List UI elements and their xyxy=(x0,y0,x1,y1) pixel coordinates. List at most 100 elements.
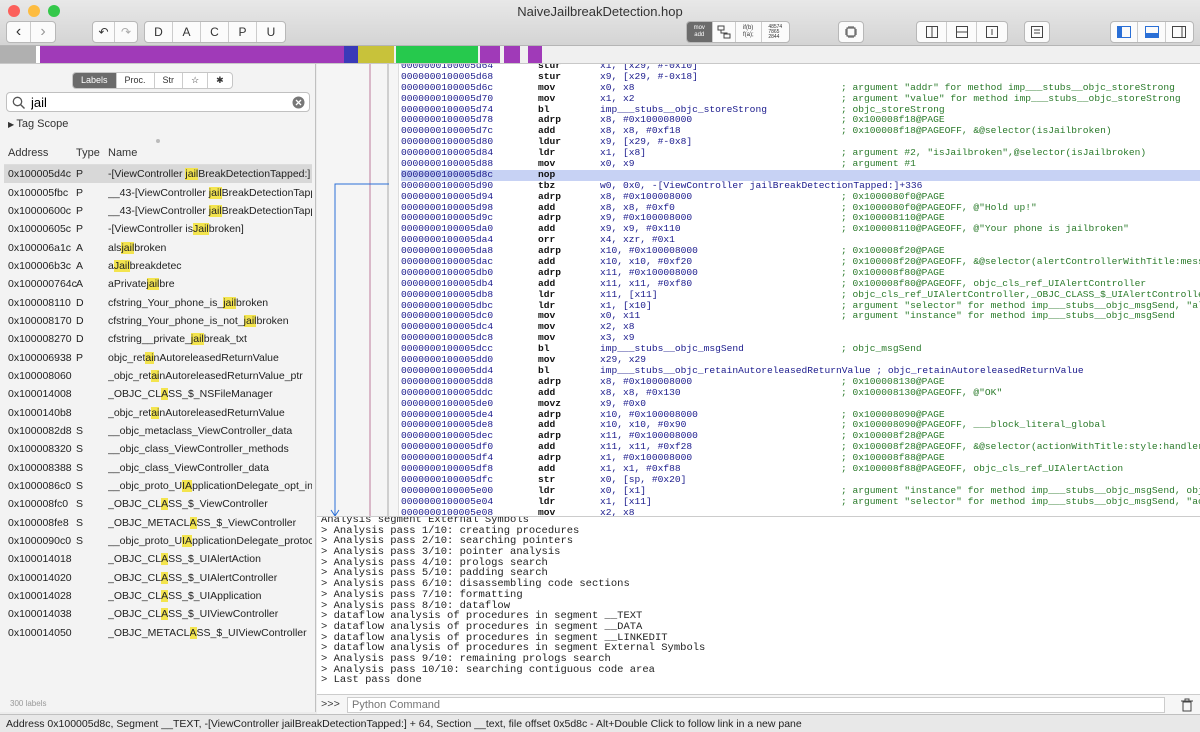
code-line[interactable]: 0000000100005e04 ldr x1, [x11] ; argument "… xyxy=(401,496,1200,508)
code-line[interactable]: 0000000100005dc0 mov x0, x11; argument "in… xyxy=(401,311,1200,322)
nav-data-region[interactable] xyxy=(358,46,394,63)
nav-external-region[interactable] xyxy=(396,46,478,63)
label-row[interactable]: 0x100006b3c AaJailbreakdetec xyxy=(4,257,312,275)
code-line[interactable]: 0000000100005d94 adrp x8, #0x100008000 ; 0x… xyxy=(401,191,1200,203)
code-comment: ; argument #1 xyxy=(841,158,916,170)
code-line[interactable]: 0000000100005dd8 adrp x8, #0x100008000; 0x… xyxy=(401,376,1200,388)
code-line[interactable]: 0000000100005dd4 bl imp___stubs__objc_reta… xyxy=(401,365,1200,377)
label-row[interactable]: 0x1000086c0 S __objc_proto_UIApplicationDe… xyxy=(4,477,312,495)
code-line[interactable]: 0000000100005da0 add x9, x9, #0x110; 0x100… xyxy=(401,223,1200,235)
nav-procedure-region-4[interactable] xyxy=(528,46,542,63)
mode-c-button[interactable]: C xyxy=(201,22,229,42)
label-row[interactable]: 0x100014038 _OBJC_CLASS_$_UIViewControlle… xyxy=(4,605,312,623)
tab-tags[interactable]: ✱ xyxy=(208,73,232,88)
label-row[interactable]: 0x100008fc0 S _OBJC_CLASS_$_ViewController xyxy=(4,495,312,513)
label-row[interactable]: 0x100008110 Dcfstring_Your_phone_is_jailb… xyxy=(4,293,312,311)
code-comment: ; argument "instance" for method imp___s… xyxy=(841,484,1200,496)
mode-u-button[interactable]: U xyxy=(257,22,285,42)
label-row[interactable]: 0x100014028 _OBJC_CLASS_$_UIApplication xyxy=(4,587,312,605)
nav-cursor-region[interactable] xyxy=(344,46,358,63)
disassembly-view[interactable]: 0000000100005d64 stur x1, [x29, #-0x10] 000… xyxy=(317,64,1200,516)
code-line[interactable]: 0000000100005d84 ldr x1, [x8]; argument #2… xyxy=(401,147,1200,159)
label-row[interactable]: 0x100005d4c P -[ViewController jailBreakDe… xyxy=(4,165,312,184)
column-address[interactable]: Address xyxy=(4,147,76,164)
forward-button[interactable]: › xyxy=(31,22,55,42)
tab-strings[interactable]: Str xyxy=(155,73,184,88)
label-row[interactable]: 0x100008060 _objc_retainAutoreleasedRetur… xyxy=(4,367,312,385)
label-row[interactable]: 0x100008388 S __objc_class_ViewController_… xyxy=(4,459,312,477)
toggle-bottom-panel-icon[interactable] xyxy=(1138,22,1166,42)
code-line[interactable]: 0000000100005dac add x10, x10, #0xf20; 0x1… xyxy=(401,256,1200,268)
tab-labels[interactable]: Labels xyxy=(73,73,117,88)
search-input[interactable] xyxy=(31,95,271,110)
code-line[interactable]: 0000000100005e08 mov x2, x8 xyxy=(401,507,1200,516)
document-info-icon[interactable] xyxy=(1024,21,1050,43)
code-line[interactable]: 0000000100005d90 tbz w0, 0x0, -[ViewContro… xyxy=(401,180,1200,192)
code-line[interactable]: 0000000100005dc8 mov x3, x9 xyxy=(401,332,1200,344)
code-line[interactable]: 0000000100005e00 ldr x0, [x1] ; argument "i… xyxy=(401,484,1200,497)
segment-navigation-bar[interactable] xyxy=(0,46,1200,64)
python-command-input[interactable] xyxy=(347,697,1165,713)
toggle-left-panel-icon[interactable] xyxy=(1111,22,1139,42)
cpu-chip-icon[interactable] xyxy=(838,21,864,43)
pseudocode-mode-button[interactable]: if(b) f(a); xyxy=(736,22,762,42)
label-row[interactable]: 0x100014020 _OBJC_CLASS_$_UIAlertControll… xyxy=(4,569,312,587)
code-line[interactable]: 0000000100005d74 bl imp___stubs__objc_stor… xyxy=(401,104,1200,116)
redo-button[interactable]: ↷ xyxy=(115,22,137,42)
label-row[interactable]: 0x1000140b8 _objc_retainAutoreleasedRetur… xyxy=(4,403,312,421)
code-line[interactable]: 0000000100005d64 stur x1, [x29, #-0x10] xyxy=(401,64,1200,72)
code-line[interactable]: 0000000100005df0 add x11, x11, #0xf28; 0x1… xyxy=(401,441,1200,453)
code-line[interactable]: 0000000100005d7c add x8, x8, #0xf18; 0x100… xyxy=(401,125,1200,137)
label-row[interactable]: 0x100008270 Dcfstring__private_jailbreak_… xyxy=(4,330,312,348)
label-row[interactable]: 0x100005fbc P __43-[ViewController jailBre… xyxy=(4,183,312,201)
code-line[interactable]: 0000000100005dc4 mov x2, x8 xyxy=(401,321,1200,333)
label-row[interactable]: 0x100014008 _OBJC_CLASS_$_NSFileManager xyxy=(4,385,312,403)
clear-search-icon[interactable] xyxy=(292,96,305,109)
split-horizontal-icon[interactable] xyxy=(947,22,977,42)
label-row[interactable]: 0x100008320 S __objc_class_ViewController_… xyxy=(4,440,312,458)
mode-p-button[interactable]: P xyxy=(229,22,257,42)
mode-a-button[interactable]: A xyxy=(173,22,201,42)
resize-handle[interactable] xyxy=(156,139,160,143)
tab-bookmarks[interactable]: ☆ xyxy=(183,73,209,88)
label-row[interactable]: 0x100008fe8 S _OBJC_METACLASS_$_ViewContro… xyxy=(4,514,312,532)
asm-mode-button[interactable]: mov add xyxy=(687,22,713,42)
mode-d-button[interactable]: D xyxy=(145,22,173,42)
code-line[interactable]: 0000000100005df8 add x1, x1, #0xf88; 0x100… xyxy=(401,463,1200,475)
label-row[interactable]: 0x100008170 Dcfstring_Your_phone_is_not_j… xyxy=(4,312,312,330)
hex-mode-button[interactable]: 48574 7865 2844 xyxy=(762,22,789,42)
nav-procedure-region-3[interactable] xyxy=(504,46,520,63)
label-row[interactable]: 0x100006a1c Aalsjailbroken xyxy=(4,238,312,256)
undo-button[interactable]: ↶ xyxy=(93,22,115,42)
code-line[interactable]: 0000000100005dcc bl imp___stubs__objc_msgS… xyxy=(401,343,1200,355)
label-row[interactable]: 0x10000605c P -[ViewController isJailbroke… xyxy=(4,220,312,238)
label-row[interactable]: 0x1000082d8 S __objc_metaclass_ViewControl… xyxy=(4,422,312,440)
cfg-mode-icon[interactable] xyxy=(713,22,737,42)
code-line[interactable]: 0000000100005de0 movz x9, #0x0 xyxy=(401,398,1200,410)
nav-code-region[interactable] xyxy=(0,46,36,63)
label-row[interactable]: 0x100000764c AaPrivatejailbre xyxy=(4,275,312,293)
tag-scope-toggle[interactable]: ▶ Tag Scope xyxy=(8,118,68,130)
column-type[interactable]: Type xyxy=(76,147,108,164)
code-line[interactable]: 0000000100005d88 mov x0, x9; argument #1 xyxy=(401,158,1200,170)
label-row[interactable]: 0x100014018 _OBJC_CLASS_$_UIAlertAction xyxy=(4,550,312,568)
label-row[interactable]: 0x10000600c P __43-[ViewController jailBre… xyxy=(4,202,312,220)
label-row[interactable]: 0x100014050 _OBJC_METACLASS_$_UIViewContr… xyxy=(4,624,312,642)
toggle-right-panel-icon[interactable] xyxy=(1166,22,1193,42)
split-vertical-icon[interactable] xyxy=(917,22,947,42)
code-line[interactable]: 0000000100005db8 ldr x11, [x11] ; objc_cls_… xyxy=(401,289,1200,301)
code-line[interactable]: 0000000100005da4 orr x4, xzr, #0x1 xyxy=(401,234,1200,246)
info-pane-icon[interactable] xyxy=(977,22,1007,42)
code-line[interactable]: 0000000100005d70 mov x1, x2 ; argument "val… xyxy=(401,93,1200,105)
tab-procedures[interactable]: Proc. xyxy=(117,73,155,88)
label-row[interactable]: 0x1000090c0 S __objc_proto_UIApplicationDe… xyxy=(4,532,312,550)
label-row[interactable]: 0x100006938 Pobjc_retainAutoreleasedRetur… xyxy=(4,348,312,366)
code-line[interactable]: 0000000100005ddc add x8, x8, #0x130 ; 0x100… xyxy=(401,387,1200,399)
trash-icon[interactable] xyxy=(1180,698,1194,712)
nav-procedure-region-2[interactable] xyxy=(480,46,500,63)
nav-procedure-region[interactable] xyxy=(40,46,344,63)
code-line[interactable]: 0000000100005d98 add x8, x8, #0xf0; 0x1000… xyxy=(401,202,1200,214)
code-line[interactable]: 0000000100005de8 add x10, x10, #0x90; 0x10… xyxy=(401,419,1200,431)
column-name[interactable]: Name xyxy=(108,147,312,164)
back-button[interactable]: ‹ xyxy=(7,22,31,42)
